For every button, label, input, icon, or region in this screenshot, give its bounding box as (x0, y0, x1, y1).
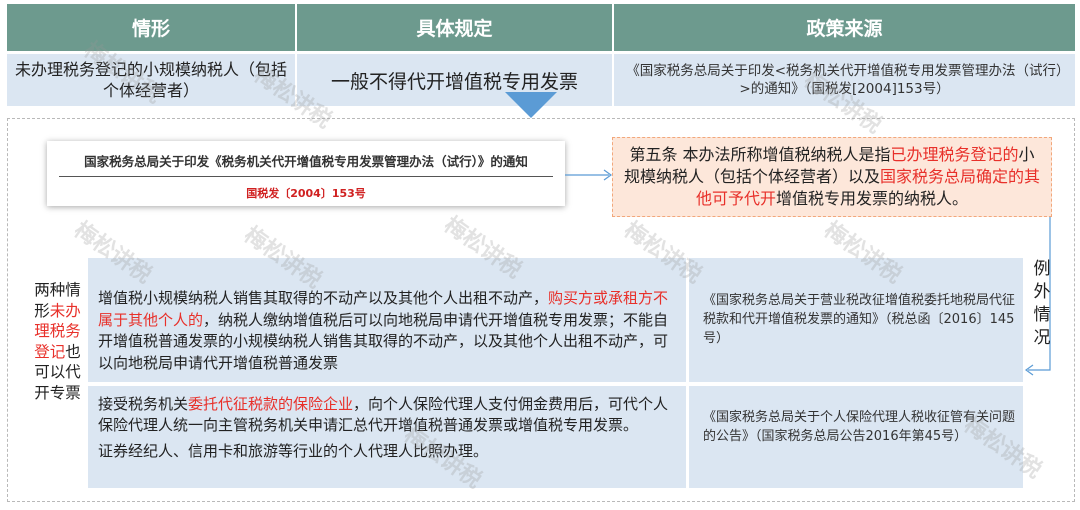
article-5: 第五条 本办法所称增值税纳税人是指已办理税务登记的小规模纳税人（包括个体经营者）… (612, 137, 1052, 217)
case-1-text-a: 增值税小规模纳税人销售其取得的不动产以及其他个人出租不动产， (98, 289, 549, 307)
case-1-text: 增值税小规模纳税人销售其取得的不动产以及其他个人出租不动产，购买方或承租方不属于… (88, 258, 686, 382)
notice-title: 国家税务总局关于印发《税务机关代开增值税专用发票管理办法（试行）》的通知 (84, 154, 528, 169)
case-1-source: 《国家税务总局关于营业税改征增值税委托地税局代征税款和代开增值税发票的通知》（税… (689, 258, 1023, 382)
header-source: 政策来源 (614, 4, 1075, 51)
notice-document: 国家税务总局关于印发《税务机关代开增值税专用发票管理办法（试行）》的通知 国税发… (47, 141, 565, 206)
case-2-text: 接受税务机关委托代征税款的保险企业，向个人保险代理人支付佣金费用后，可代个人保险… (88, 386, 686, 488)
notice-doc-number: 国税发〔2004〕153号 (246, 187, 366, 200)
article-5-suffix: 增值税专用发票的纳税人。 (776, 189, 969, 208)
case-2-text-a: 接受税务机关 (98, 395, 189, 413)
case-2-highlight: 委托代征税款的保险企业 (188, 395, 354, 413)
article-5-prefix: 第五条 本办法所称增值税纳税人是指 (629, 145, 891, 164)
case-2-source: 《国家税务总局关于个人保险代理人税收征管有关问题的公告》（国家税务总局公告201… (689, 386, 1023, 488)
two-cases-label: 两种情形未办理税务登记也可以代开专票 (29, 258, 86, 488)
row-rule: 一般不得代开增值税专用发票 (297, 54, 612, 106)
header-situation: 情形 (7, 4, 295, 51)
exception-label: 例外情况 (1033, 259, 1051, 348)
header-rule: 具体规定 (297, 4, 612, 51)
notice-divider (59, 176, 553, 177)
row-source: 《国家税务总局关于印发<税务机关代开增值税专用发票管理办法（试行）>的通知》（国… (614, 54, 1075, 106)
article-5-highlight-registered: 已办理税务登记的 (890, 145, 1019, 164)
right-arrow-icon (565, 169, 613, 181)
case-2-text-c: 证券经纪人、信用卡和旅游等行业的个人代理人比照办理。 (98, 442, 489, 460)
row-situation: 未办理税务登记的小规模纳税人（包括个体经营者） (7, 54, 295, 106)
down-arrow-icon (505, 92, 557, 118)
